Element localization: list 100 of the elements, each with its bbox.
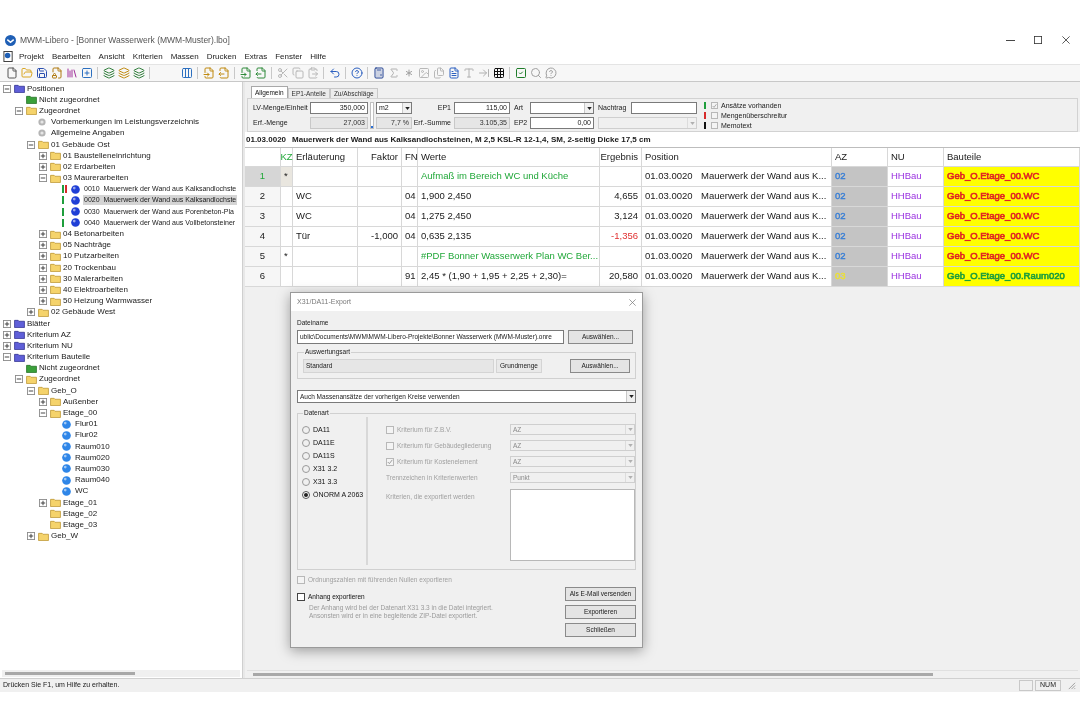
tree-item[interactable]: Kriterium AZ: [26, 329, 72, 340]
tree-item[interactable]: Etage_03: [62, 519, 99, 530]
calculator-icon[interactable]: [372, 67, 385, 79]
document-icon[interactable]: [447, 67, 460, 79]
tree-item[interactable]: Raum020: [74, 452, 111, 463]
tree-item[interactable]: 01 Baustelleneinrichtung: [62, 150, 152, 161]
expand-icon[interactable]: [27, 532, 35, 541]
scrollbar[interactable]: [2, 670, 240, 677]
menu-item[interactable]: Massen: [166, 50, 203, 63]
tree-item[interactable]: 03 Maurerarbeiten: [62, 173, 130, 184]
checkbox[interactable]: [297, 592, 305, 601]
tree-item[interactable]: Raum010: [74, 441, 111, 452]
expand-icon[interactable]: [39, 151, 47, 160]
grid-icon[interactable]: [492, 67, 505, 79]
help-icon[interactable]: [350, 67, 363, 79]
export-icon[interactable]: [217, 67, 230, 79]
menu-item[interactable]: Ansicht: [94, 50, 129, 63]
stack-icon[interactable]: [117, 67, 130, 79]
expand-icon[interactable]: [39, 241, 47, 250]
collapse-icon[interactable]: [39, 409, 47, 418]
menu-item[interactable]: Extras: [240, 50, 272, 63]
columns-icon[interactable]: [180, 67, 193, 79]
type-dropdown[interactable]: [530, 102, 594, 114]
tree-item[interactable]: Geb_W: [50, 531, 80, 542]
tree-item[interactable]: Etage_00: [62, 408, 99, 419]
tree-item[interactable]: 04 Betonarbeiten: [62, 229, 125, 240]
expand-icon[interactable]: [27, 308, 35, 317]
tree-item[interactable]: 20 Trockenbau: [62, 262, 117, 273]
collapse-icon[interactable]: [15, 106, 23, 115]
scrollbar[interactable]: [247, 670, 1078, 677]
expand-icon[interactable]: [39, 162, 47, 171]
tree-item[interactable]: 50 Heizung Warmwasser: [62, 296, 154, 307]
tree-item[interactable]: WC: [74, 486, 90, 497]
lock-file-icon[interactable]: [50, 67, 63, 79]
expand-icon[interactable]: [39, 252, 47, 261]
expand-icon[interactable]: [39, 263, 47, 272]
tree-item[interactable]: 10 Putzarbeiten: [62, 251, 121, 262]
tree-item[interactable]: Kriterium NU: [26, 340, 74, 351]
collapse-icon[interactable]: [3, 353, 11, 362]
tree-item[interactable]: Nicht zugeordnet: [38, 363, 101, 374]
checkbox[interactable]: [711, 102, 718, 109]
collapse-icon[interactable]: [27, 140, 35, 149]
tree-item[interactable]: Geb_O: [50, 385, 78, 396]
tree-item[interactable]: Vorbemerkungen im Leistungsverzeichnis: [50, 117, 201, 128]
expand-icon[interactable]: [3, 319, 11, 328]
cut-icon[interactable]: [276, 67, 289, 79]
tree-item[interactable]: 30 Malerarbeiten: [62, 273, 125, 284]
collapse-icon[interactable]: [3, 84, 11, 93]
tree-item[interactable]: Raum030: [74, 463, 111, 474]
input-field[interactable]: [631, 102, 697, 114]
tree-item[interactable]: 02 Erdarbeiten: [62, 161, 117, 172]
expand-icon[interactable]: [3, 330, 11, 339]
checkbox[interactable]: [711, 112, 718, 119]
menu-item[interactable]: Kriterien: [128, 50, 167, 63]
tree-item[interactable]: Raum040: [74, 475, 111, 486]
tree-item[interactable]: Nicht zugeordnet: [38, 94, 101, 105]
import-icon[interactable]: [202, 67, 215, 79]
collapse-icon[interactable]: [15, 375, 23, 384]
expand-icon[interactable]: [39, 285, 47, 294]
expand-icon[interactable]: [3, 341, 11, 350]
expand-icon[interactable]: [39, 498, 47, 507]
tree-item[interactable]: 01 Gebäude Ost: [50, 139, 111, 150]
tree-item[interactable]: Etage_02: [62, 508, 99, 519]
expand-icon[interactable]: [39, 274, 47, 283]
menu-item[interactable]: Fenster: [271, 50, 307, 63]
tree-item[interactable]: Kriterium Bauteile: [26, 352, 92, 363]
tree-item[interactable]: 40 Elektroarbeiten: [62, 284, 129, 295]
menu-item[interactable]: Drucken: [202, 50, 241, 63]
radio-button[interactable]: [302, 490, 310, 499]
search-icon[interactable]: [529, 67, 542, 79]
collapse-icon[interactable]: [27, 386, 35, 395]
image-icon[interactable]: [417, 67, 430, 79]
tree-item[interactable]: Allgemeine Angaben: [50, 128, 126, 139]
stack-icon[interactable]: [132, 67, 145, 79]
stack-icon[interactable]: [102, 67, 115, 79]
import-icon[interactable]: [239, 67, 252, 79]
new-file-icon[interactable]: [5, 67, 18, 79]
undo-icon[interactable]: [328, 67, 341, 79]
tree-item[interactable]: 05 Nachträge: [62, 240, 113, 251]
help-icon[interactable]: [544, 67, 557, 79]
tree-item[interactable]: Flur02: [74, 430, 99, 441]
expand-icon[interactable]: [39, 230, 47, 239]
menu-item[interactable]: Hilfe: [306, 50, 331, 63]
tree-item[interactable]: Außenber: [62, 396, 100, 407]
check-square-icon[interactable]: [514, 67, 527, 79]
tree-item[interactable]: Zugeordnet: [38, 374, 81, 385]
menu-item[interactable]: Projekt: [15, 50, 48, 63]
menu-item[interactable]: Bearbeiten: [47, 50, 95, 63]
expand-icon[interactable]: [39, 397, 47, 406]
save-icon[interactable]: [35, 67, 48, 79]
books-icon[interactable]: [65, 67, 78, 79]
tree-item[interactable]: Zugeordnet: [38, 105, 81, 116]
tree-item[interactable]: 02 Gebäude West: [50, 307, 117, 318]
checkbox[interactable]: [711, 122, 718, 129]
expand-icon[interactable]: [39, 297, 47, 306]
tree-item[interactable]: Positionen: [26, 83, 66, 94]
export-icon[interactable]: [254, 67, 267, 79]
criteria-list[interactable]: [510, 489, 635, 561]
document-icon[interactable]: [3, 51, 14, 62]
add-icon[interactable]: [80, 67, 93, 79]
